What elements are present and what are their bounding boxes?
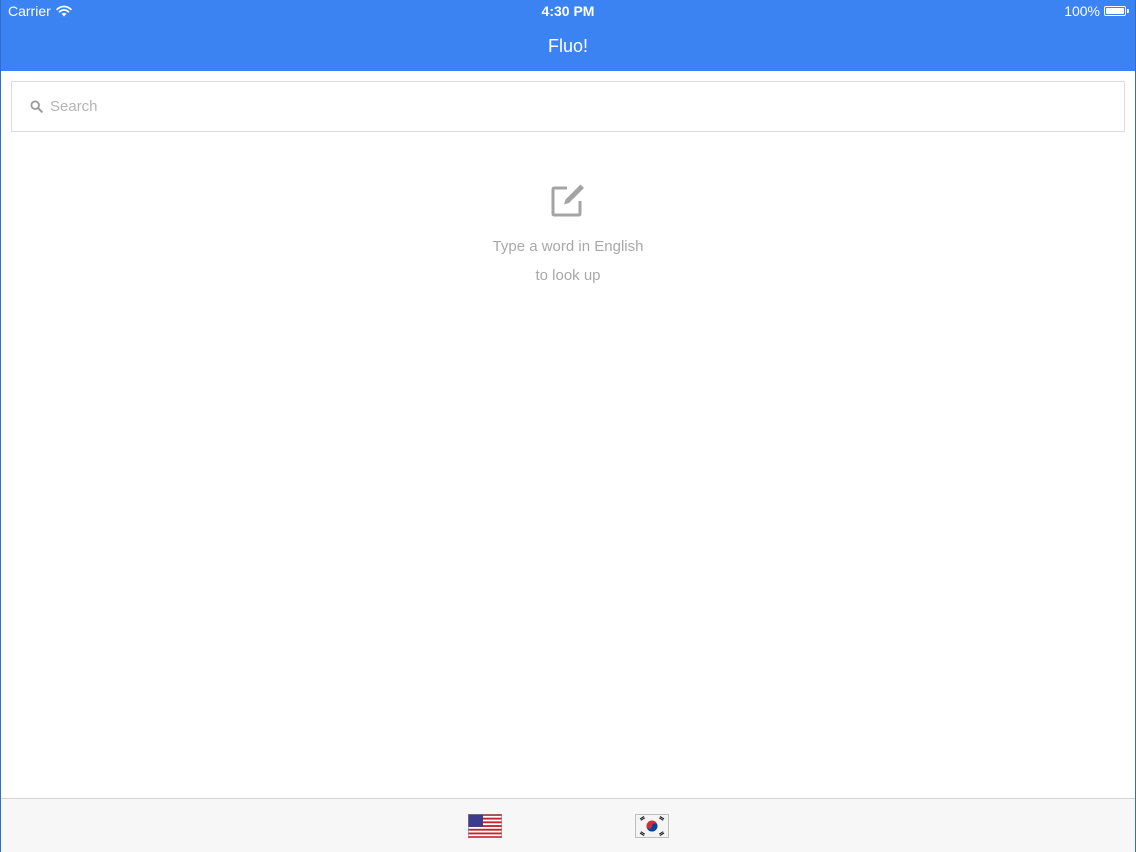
search-input[interactable] [50, 91, 1050, 122]
tab-bar [1, 798, 1135, 852]
battery-level [1106, 8, 1124, 14]
battery-icon [1104, 6, 1129, 16]
empty-state-line-1: Type a word in English [492, 238, 644, 255]
empty-state: Type a word in English to look up [1, 182, 1135, 290]
search-bar[interactable] [11, 81, 1125, 132]
status-time: 4:30 PM [541, 3, 595, 19]
header: Carrier 4:30 PM 100% Fluo! [1, 0, 1135, 71]
nav-title: Fluo! [547, 36, 589, 56]
battery-tip [1127, 9, 1129, 13]
edit-icon [551, 184, 584, 217]
battery-percentage: 100% [1064, 3, 1100, 19]
search-icon [30, 100, 43, 113]
us-flag-icon [468, 814, 502, 838]
battery-group: 100% [1064, 3, 1129, 19]
empty-state-line-2: to look up [535, 267, 601, 284]
status-bar: Carrier 4:30 PM 100% [1, 0, 1135, 22]
tab-korean[interactable] [635, 814, 669, 838]
app-window: Carrier 4:30 PM 100% Fluo! Search Type a… [0, 0, 1136, 852]
korean-flag-icon [635, 814, 669, 838]
tab-english[interactable] [468, 814, 502, 838]
